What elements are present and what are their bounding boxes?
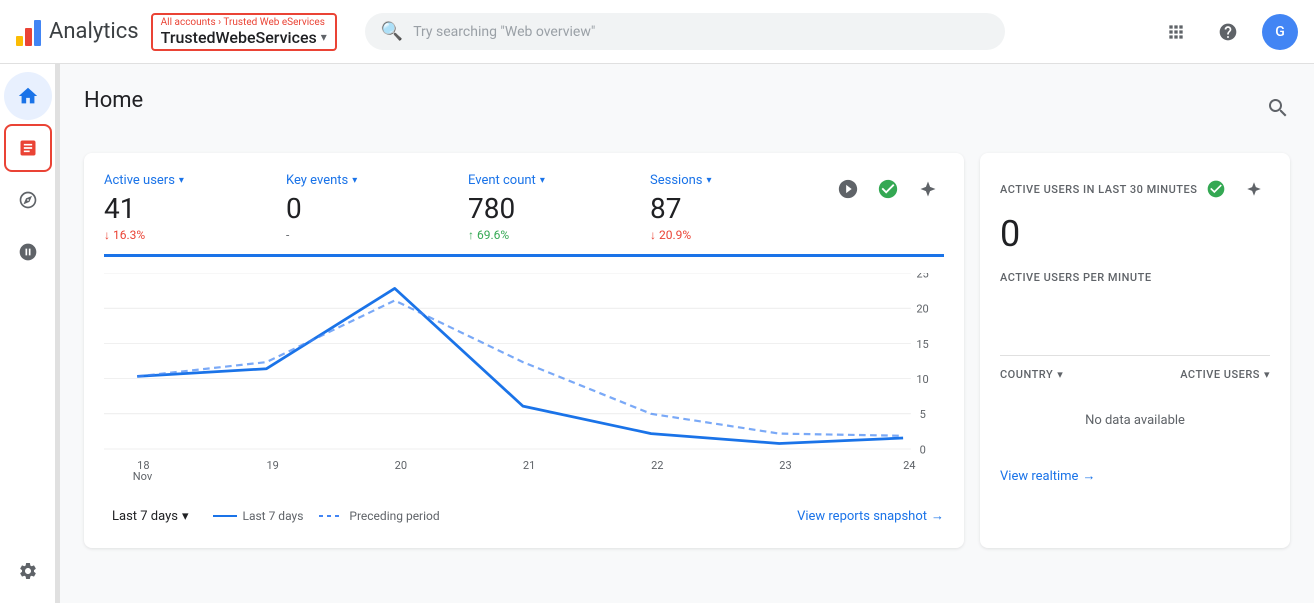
card-actions bbox=[832, 173, 944, 205]
sidebar bbox=[0, 64, 56, 603]
chart-footer: Last 7 days ▾ Last 7 days Preceding peri… bbox=[104, 505, 944, 528]
legend-preceding-period: Preceding period bbox=[319, 509, 439, 523]
svg-text:0: 0 bbox=[920, 443, 926, 456]
side-table-header: COUNTRY ▾ ACTIVE USERS ▾ bbox=[1000, 368, 1270, 381]
svg-text:5: 5 bbox=[920, 408, 926, 421]
view-reports-link[interactable]: View reports snapshot → bbox=[797, 508, 944, 524]
search-icon: 🔍 bbox=[381, 21, 403, 42]
no-data-message: No data available bbox=[1000, 389, 1270, 452]
active-users-column-header[interactable]: ACTIVE USERS ▾ bbox=[1180, 368, 1270, 381]
realtime-subtitle: ACTIVE USERS PER MINUTE bbox=[1000, 271, 1270, 284]
sidebar-item-admin[interactable] bbox=[4, 547, 52, 595]
svg-text:10: 10 bbox=[916, 373, 928, 386]
sidebar-item-reports[interactable] bbox=[4, 124, 52, 172]
svg-text:20: 20 bbox=[395, 458, 407, 471]
app-body: Home Active users ▾ 41 bbox=[0, 64, 1314, 603]
line-chart: 0 5 10 15 20 25 18 Nov 19 20 21 22 23 bbox=[104, 273, 944, 493]
svg-text:23: 23 bbox=[779, 458, 791, 471]
metric-sessions: Sessions ▾ 87 ↓ 20.9% bbox=[650, 173, 832, 242]
verified-icon[interactable] bbox=[872, 173, 904, 205]
chart-legend: Last 7 days Preceding period bbox=[213, 509, 440, 523]
metric-key-events-value: 0 bbox=[286, 192, 452, 226]
user-avatar[interactable]: G bbox=[1262, 14, 1298, 50]
svg-text:24: 24 bbox=[903, 458, 915, 471]
metric-sessions-label[interactable]: Sessions ▾ bbox=[650, 173, 816, 188]
metric-key-events-label[interactable]: Key events ▾ bbox=[286, 173, 452, 188]
svg-text:22: 22 bbox=[651, 458, 663, 471]
realtime-card-title: ACTIVE USERS IN LAST 30 MINUTES bbox=[1000, 183, 1197, 196]
sidebar-item-home[interactable] bbox=[4, 72, 52, 120]
svg-text:21: 21 bbox=[523, 458, 535, 471]
app-header: Analytics All accounts › Trusted Web eSe… bbox=[0, 0, 1314, 64]
per-minute-chart bbox=[1000, 296, 1270, 356]
metric-sessions-value: 87 bbox=[650, 192, 816, 226]
dashboard-grid: Active users ▾ 41 ↓ 16.3% Key events ▾ 0 bbox=[84, 153, 1290, 548]
app-logo: Analytics bbox=[16, 18, 139, 46]
metric-active-users-value: 41 bbox=[104, 192, 270, 226]
svg-text:25: 25 bbox=[916, 273, 928, 280]
logo-bar-2 bbox=[25, 28, 32, 46]
metric-event-count-value: 780 bbox=[468, 192, 634, 226]
view-realtime-link[interactable]: View realtime → bbox=[1000, 468, 1270, 484]
metric-sessions-dropdown: ▾ bbox=[707, 175, 712, 186]
metric-dropdown-arrow: ▾ bbox=[179, 175, 184, 186]
legend-dashed-line bbox=[319, 515, 343, 517]
realtime-sparkle-icon[interactable] bbox=[1238, 173, 1270, 205]
realtime-verified-icon[interactable] bbox=[1200, 173, 1232, 205]
property-selector[interactable]: All accounts › Trusted Web eServices Tru… bbox=[151, 13, 337, 51]
property-dropdown-arrow: ▾ bbox=[321, 30, 327, 44]
metric-event-count-label[interactable]: Event count ▾ bbox=[468, 173, 634, 188]
country-column-header[interactable]: COUNTRY ▾ bbox=[1000, 368, 1063, 381]
sparkle-icon[interactable] bbox=[912, 173, 944, 205]
search-placeholder: Try searching "Web overview" bbox=[413, 24, 595, 40]
metric-event-count-change: ↑ 69.6% bbox=[468, 228, 634, 242]
customize-icon[interactable] bbox=[832, 173, 864, 205]
svg-text:20: 20 bbox=[916, 302, 928, 315]
expand-icon[interactable] bbox=[1266, 96, 1290, 125]
metric-key-events-change: - bbox=[286, 228, 452, 242]
realtime-card: ACTIVE USERS IN LAST 30 MINUTES bbox=[980, 153, 1290, 548]
app-title: Analytics bbox=[49, 19, 139, 44]
metric-active-users-change: ↓ 16.3% bbox=[104, 228, 270, 242]
chart-svg: 0 5 10 15 20 25 18 Nov 19 20 21 22 23 bbox=[104, 273, 944, 493]
realtime-value: 0 bbox=[1000, 213, 1270, 255]
metric-event-count-dropdown: ▾ bbox=[540, 175, 545, 186]
svg-text:Nov: Nov bbox=[133, 469, 153, 482]
svg-text:19: 19 bbox=[266, 458, 278, 471]
header-actions: G bbox=[1158, 14, 1298, 50]
legend-solid-line bbox=[213, 515, 237, 517]
metric-active-users-label[interactable]: Active users ▾ bbox=[104, 173, 270, 188]
metric-key-events: Key events ▾ 0 - bbox=[286, 173, 468, 242]
metric-active-users: Active users ▾ 41 ↓ 16.3% bbox=[104, 173, 286, 242]
main-analytics-card: Active users ▾ 41 ↓ 16.3% Key events ▾ 0 bbox=[84, 153, 964, 548]
metrics-row: Active users ▾ 41 ↓ 16.3% Key events ▾ 0 bbox=[104, 173, 944, 257]
logo-icon bbox=[16, 18, 41, 46]
metric-event-count: Event count ▾ 780 ↑ 69.6% bbox=[468, 173, 650, 242]
metric-sessions-change: ↓ 20.9% bbox=[650, 228, 816, 242]
help-button[interactable] bbox=[1210, 14, 1246, 50]
legend-last-7-days: Last 7 days bbox=[213, 509, 304, 523]
date-range-dropdown-arrow: ▾ bbox=[182, 509, 189, 524]
metric-key-events-dropdown: ▾ bbox=[352, 175, 357, 186]
sidebar-item-advertising[interactable] bbox=[4, 228, 52, 276]
date-range-selector[interactable]: Last 7 days ▾ bbox=[104, 505, 197, 528]
page-title: Home bbox=[84, 88, 143, 113]
property-breadcrumb: All accounts › Trusted Web eServices bbox=[161, 17, 327, 28]
realtime-card-header: ACTIVE USERS IN LAST 30 MINUTES bbox=[1000, 173, 1270, 205]
main-content: Home Active users ▾ 41 bbox=[60, 64, 1314, 603]
logo-bar-1 bbox=[16, 36, 23, 46]
property-name[interactable]: TrustedWebeServices ▾ bbox=[161, 28, 327, 47]
svg-text:15: 15 bbox=[916, 337, 928, 350]
logo-bar-3 bbox=[34, 20, 41, 46]
apps-button[interactable] bbox=[1158, 14, 1194, 50]
realtime-card-footer: View realtime → bbox=[1000, 468, 1270, 484]
sidebar-item-explore[interactable] bbox=[4, 176, 52, 224]
search-bar[interactable]: 🔍 Try searching "Web overview" bbox=[365, 13, 1005, 50]
